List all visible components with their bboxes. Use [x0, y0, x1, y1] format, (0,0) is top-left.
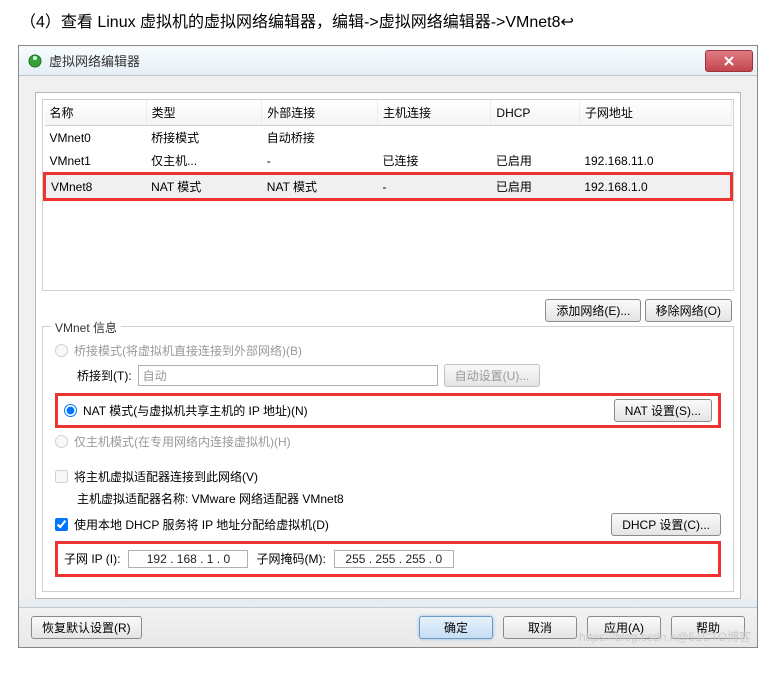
cancel-button[interactable]: 取消	[503, 616, 577, 639]
app-icon	[27, 53, 43, 69]
subnet-ip-label: 子网 IP (I):	[64, 550, 120, 567]
ok-button[interactable]: 确定	[419, 616, 493, 639]
dhcp-row[interactable]: 使用本地 DHCP 服务将 IP 地址分配给虚拟机(D) DHCP 设置(C).…	[55, 513, 721, 536]
dhcp-label: 使用本地 DHCP 服务将 IP 地址分配给虚拟机(D)	[74, 516, 329, 533]
caption: （4）查看 Linux 虚拟机的虚拟网络编辑器，编辑->虚拟网络编辑器->VMn…	[0, 0, 776, 40]
table-empty-area	[45, 200, 732, 290]
table-row-selected[interactable]: VMnet8NAT 模式NAT 模式-已启用192.168.1.0	[45, 174, 732, 200]
bridge-to-row: 桥接到(T): 自动 自动设置(U)...	[77, 364, 721, 387]
col-dhcp[interactable]: DHCP	[491, 100, 579, 126]
table-row[interactable]: VMnet0桥接模式自动桥接	[45, 126, 732, 150]
watermark: https://blog.csdn.n@51CTO博客	[579, 628, 751, 645]
col-host[interactable]: 主机连接	[378, 100, 491, 126]
nat-settings-button[interactable]: NAT 设置(S)...	[614, 399, 712, 422]
radio-hostonly-label: 仅主机模式(在专用网络内连接虚拟机)(H)	[74, 433, 291, 450]
radio-bridge-input[interactable]	[55, 344, 68, 357]
radio-bridge-label: 桥接模式(将虚拟机直接连接到外部网络)(B)	[74, 342, 302, 359]
table-header: 名称 类型 外部连接 主机连接 DHCP 子网地址	[45, 100, 732, 126]
close-button[interactable]	[705, 50, 753, 72]
radio-nat-input[interactable]	[64, 404, 77, 417]
network-table: 名称 类型 外部连接 主机连接 DHCP 子网地址 VMnet0桥接模式自动桥接	[42, 99, 734, 291]
vmnet-info-box: VMnet 信息 桥接模式(将虚拟机直接连接到外部网络)(B) 桥接到(T): …	[42, 326, 734, 592]
adapter-name-label: 主机虚拟适配器名称: VMware 网络适配器 VMnet8	[77, 490, 721, 507]
subnet-mask-input[interactable]: 255 . 255 . 255 . 0	[334, 550, 454, 568]
remove-network-button[interactable]: 移除网络(O)	[645, 299, 732, 322]
radio-hostonly-input[interactable]	[55, 435, 68, 448]
add-network-button[interactable]: 添加网络(E)...	[545, 299, 641, 322]
dhcp-checkbox[interactable]	[55, 518, 68, 531]
radio-bridge[interactable]: 桥接模式(将虚拟机直接连接到外部网络)(B)	[55, 342, 721, 359]
dialog-window: 虚拟网络编辑器 名称 类型 外部连接 主机连接 DHCP 子网地址	[18, 45, 758, 648]
subnet-row: 子网 IP (I): 192 . 168 . 1 . 0 子网掩码(M): 25…	[55, 541, 721, 577]
subnet-ip-input[interactable]: 192 . 168 . 1 . 0	[128, 550, 248, 568]
bridge-to-label: 桥接到(T):	[77, 367, 132, 384]
radio-nat[interactable]: NAT 模式(与虚拟机共享主机的 IP 地址)(N)	[64, 402, 308, 419]
col-type[interactable]: 类型	[146, 100, 262, 126]
auto-config-button[interactable]: 自动设置(U)...	[444, 364, 541, 387]
col-name[interactable]: 名称	[45, 100, 147, 126]
window-title: 虚拟网络编辑器	[49, 51, 705, 70]
titlebar: 虚拟网络编辑器	[19, 46, 757, 76]
connect-adapter-row[interactable]: 将主机虚拟适配器连接到此网络(V)	[55, 468, 721, 485]
nat-highlight: NAT 模式(与虚拟机共享主机的 IP 地址)(N) NAT 设置(S)...	[55, 393, 721, 428]
connect-adapter-label: 将主机虚拟适配器连接到此网络(V)	[74, 468, 258, 485]
subnet-mask-label: 子网掩码(M):	[256, 550, 325, 567]
radio-hostonly[interactable]: 仅主机模式(在专用网络内连接虚拟机)(H)	[55, 433, 721, 450]
col-subnet[interactable]: 子网地址	[579, 100, 731, 126]
col-ext[interactable]: 外部连接	[262, 100, 378, 126]
content-area: 名称 类型 外部连接 主机连接 DHCP 子网地址 VMnet0桥接模式自动桥接	[35, 92, 741, 599]
connect-adapter-checkbox[interactable]	[55, 470, 68, 483]
dhcp-settings-button[interactable]: DHCP 设置(C)...	[611, 513, 721, 536]
restore-defaults-button[interactable]: 恢复默认设置(R)	[31, 616, 142, 639]
table-row[interactable]: VMnet1仅主机...-已连接已启用192.168.11.0	[45, 149, 732, 174]
radio-nat-label: NAT 模式(与虚拟机共享主机的 IP 地址)(N)	[83, 402, 308, 419]
vmnet-legend: VMnet 信息	[51, 319, 121, 336]
bridge-to-combo[interactable]: 自动	[138, 365, 438, 386]
